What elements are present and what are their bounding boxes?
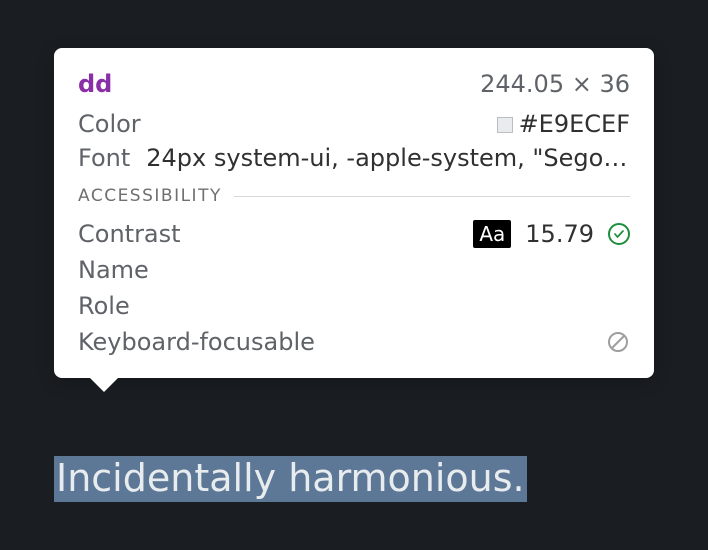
role-label: Role — [78, 292, 130, 320]
name-label: Name — [78, 256, 149, 284]
element-dimensions: 244.05 × 36 — [480, 70, 630, 98]
contrast-label: Contrast — [78, 220, 181, 248]
font-row: Font 24px system-ui, -apple-system, "Seg… — [78, 144, 630, 172]
element-inspector-tooltip: dd 244.05 × 36 Color #E9ECEF Font 24px s… — [54, 48, 654, 378]
color-swatch-icon — [497, 117, 513, 133]
contrast-aa-badge: Aa — [473, 220, 511, 248]
contrast-value-group: Aa 15.79 — [473, 220, 630, 248]
color-row: Color #E9ECEF — [78, 106, 630, 142]
check-circle-icon — [608, 223, 630, 245]
font-label: Font — [78, 144, 130, 172]
role-row: Role — [78, 288, 630, 324]
section-divider — [234, 196, 630, 197]
contrast-row: Contrast Aa 15.79 — [78, 216, 630, 252]
contrast-value: 15.79 — [525, 220, 594, 248]
accessibility-section-header: ACCESSIBILITY — [78, 186, 630, 206]
tooltip-header-row: dd 244.05 × 36 — [78, 66, 630, 102]
color-value: #E9ECEF — [519, 110, 630, 138]
accessibility-title: ACCESSIBILITY — [78, 186, 222, 206]
not-applicable-icon — [606, 330, 630, 354]
element-tag-name: dd — [78, 70, 112, 98]
keyboard-row: Keyboard-focusable — [78, 324, 630, 360]
font-value: 24px system-ui, -apple-system, "Segoe… — [146, 144, 630, 172]
color-value-wrapper: #E9ECEF — [497, 110, 630, 138]
keyboard-label: Keyboard-focusable — [78, 328, 315, 356]
name-row: Name — [78, 252, 630, 288]
color-label: Color — [78, 110, 141, 138]
inspected-element-highlight: Incidentally harmonious. — [54, 456, 527, 502]
